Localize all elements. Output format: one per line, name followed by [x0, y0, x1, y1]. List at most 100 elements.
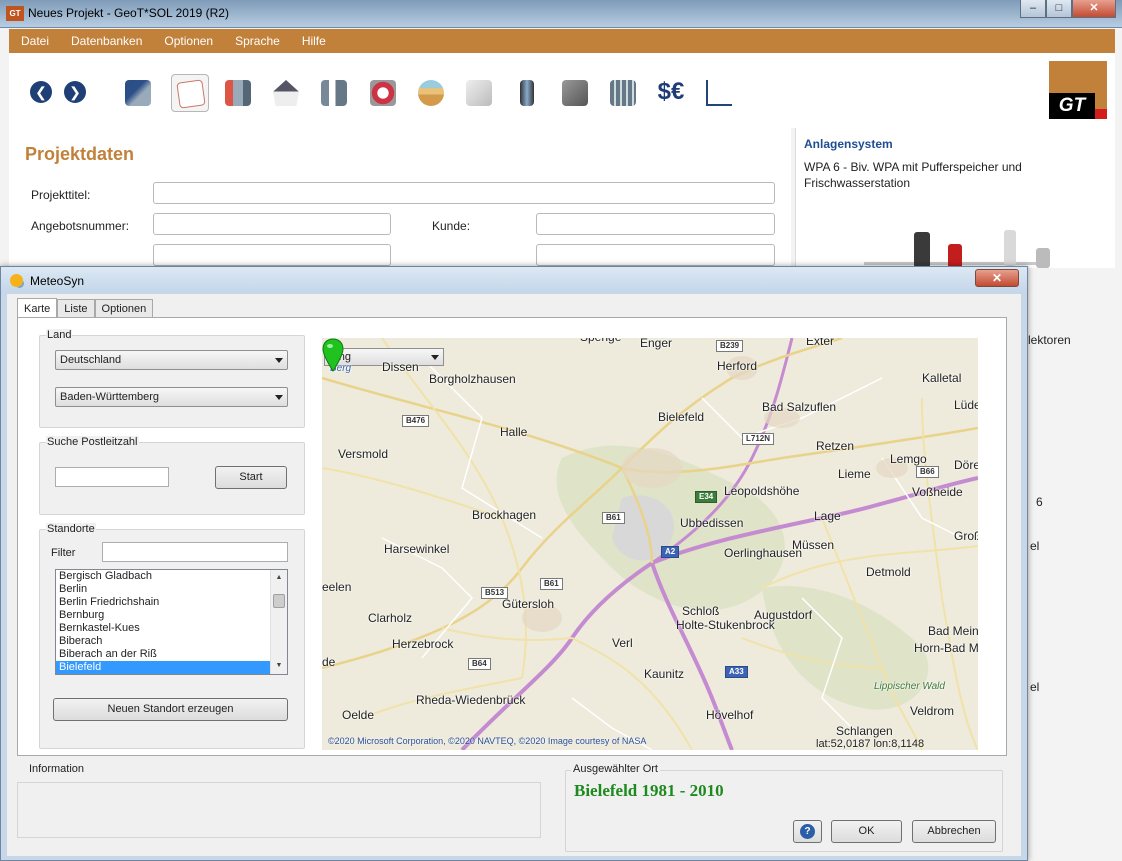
kunde-input[interactable]: [536, 213, 775, 235]
help-button[interactable]: ?: [793, 820, 822, 843]
weather-sun-icon: [10, 274, 23, 287]
map-place-label: Bad Salzuflen: [762, 400, 837, 414]
cost-icon-button[interactable]: $€: [652, 74, 690, 112]
map-place-label: Hövelhof: [706, 708, 754, 722]
map-place-label: eelen: [322, 580, 352, 594]
road-shield-label: L712N: [742, 433, 775, 445]
list-item[interactable]: Biberach an der Riß: [56, 648, 287, 661]
list-item[interactable]: Bernburg: [56, 609, 287, 622]
main-title-bar: GT Neues Projekt - GeoT*SOL 2019 (R2) – …: [0, 0, 1122, 28]
minimize-button[interactable]: –: [1020, 0, 1046, 18]
dialog-title-bar: MeteoSyn ✕: [1, 267, 1027, 293]
start-button[interactable]: Start: [215, 466, 287, 489]
gt-logo: GT: [1049, 61, 1107, 119]
list-item[interactable]: Biberach: [56, 635, 287, 648]
dialog-close-button[interactable]: ✕: [975, 269, 1019, 287]
scroll-up-icon[interactable]: ▲: [271, 570, 287, 586]
country-select[interactable]: Deutschland: [55, 350, 288, 370]
ground-tool-button[interactable]: [412, 74, 450, 112]
map-place-label: Gütersloh: [502, 597, 555, 611]
scroll-down-icon[interactable]: ▼: [271, 658, 287, 674]
map-place-label: Dörе: [954, 458, 978, 472]
ok-button[interactable]: OK: [831, 820, 902, 843]
chevron-down-icon: [275, 358, 283, 363]
menu-datei[interactable]: Datei: [9, 29, 59, 53]
panel-tool-button[interactable]: [556, 74, 594, 112]
project-data-panel: Projektdaten Projekttitel: Angebotsnumme…: [9, 128, 791, 268]
projekttitel-label: Projekttitel:: [31, 188, 91, 202]
app-icon: GT: [6, 6, 24, 21]
drill-tool-button[interactable]: [119, 74, 157, 112]
anlagensystem-panel: Anlagensystem WPA 6 - Biv. WPA mit Puffe…: [795, 128, 1115, 270]
map-place-label: Voßheide: [912, 485, 963, 499]
map-place-label: Lüde: [954, 398, 978, 412]
tab-liste[interactable]: Liste: [57, 299, 95, 318]
map-place-label: Herford: [717, 359, 758, 373]
maximize-button[interactable]: □: [1046, 0, 1072, 18]
main-window-title: Neues Projekt - GeoT*SOL 2019 (R2): [28, 6, 229, 20]
menu-hilfe[interactable]: Hilfe: [290, 29, 336, 53]
map-place-label: Spenge: [580, 338, 621, 344]
map-place-label: Schlangen: [836, 724, 893, 738]
meteosyn-dialog: MeteoSyn ✕ Karte Liste Optionen Land Deu…: [0, 266, 1028, 861]
heatpump-tool-button[interactable]: [219, 74, 257, 112]
menu-optionen[interactable]: Optionen: [152, 29, 223, 53]
road-shield-label: B61: [540, 578, 563, 590]
map-place-label: de: [322, 655, 336, 669]
tab-optionen[interactable]: Optionen: [94, 299, 154, 318]
pump-diagram-icon: [1036, 248, 1050, 268]
project-data-button[interactable]: [171, 74, 209, 112]
house-icon-button[interactable]: [267, 74, 305, 112]
calculator-icon-button[interactable]: [604, 74, 642, 112]
side-text-fragment: 6: [1036, 495, 1043, 509]
standorte-list[interactable]: Bergisch Gladbach Berlin Berlin Friedrichs…: [55, 569, 288, 675]
back-arrow-icon[interactable]: ❮: [30, 81, 52, 103]
map-pin-icon[interactable]: [322, 338, 344, 372]
map-place-label: Harsewinkel: [384, 542, 450, 556]
menu-bar: Datei Datenbanken Optionen Sprache Hilfe: [9, 29, 1115, 53]
information-textarea[interactable]: [17, 782, 541, 838]
menu-sprache[interactable]: Sprache: [223, 29, 290, 53]
chart-tool-button[interactable]: [700, 74, 738, 112]
state-select[interactable]: Baden-Württemberg: [55, 387, 288, 407]
side-text-fragment: el: [1030, 539, 1040, 553]
kunde-label: Kunde:: [432, 219, 471, 233]
list-item[interactable]: Bergisch Gladbach: [56, 570, 287, 583]
menu-datenbanken[interactable]: Datenbanken: [59, 29, 152, 53]
tab-karte[interactable]: Karte: [17, 298, 58, 319]
disk-tool-button[interactable]: [460, 74, 498, 112]
map-place-label: Detmold: [866, 565, 911, 579]
project-extra-input-2[interactable]: [536, 244, 775, 266]
new-location-button[interactable]: Neuen Standort erzeugen: [53, 698, 288, 721]
close-button[interactable]: ✕: [1072, 0, 1116, 18]
storage-tool-button[interactable]: [364, 74, 402, 112]
postleitzahl-input[interactable]: [55, 467, 169, 487]
list-item[interactable]: Bernkastel-Kues: [56, 622, 287, 635]
filter-input[interactable]: [102, 542, 288, 562]
project-extra-input-1[interactable]: [153, 244, 391, 266]
map-place-label: Leopoldshöhe: [724, 484, 800, 498]
map-place-label: Liеme: [838, 467, 871, 481]
map-coordinates: lat:52,0187 lon:8,1148: [816, 738, 925, 750]
page-title: Projektdaten: [25, 144, 135, 164]
map-place-label: Borgholzhausen: [429, 372, 516, 386]
list-scrollbar[interactable]: ▲ ▼: [270, 570, 287, 674]
list-item[interactable]: Berlin: [56, 583, 287, 596]
projekttitel-input[interactable]: [153, 182, 775, 204]
map-view[interactable]: Bing SpengeEngerExterBergDissenBorgholzh…: [322, 338, 978, 750]
cancel-button[interactable]: Abbrechen: [912, 820, 996, 843]
map-place-label: Oelde: [342, 708, 375, 722]
information-label: Information: [27, 763, 87, 775]
postleitzahl-label: Suche Postleitzahl: [46, 436, 139, 448]
list-item[interactable]: Bielefeld: [56, 661, 287, 674]
list-item[interactable]: Berlin Friedrichshain: [56, 596, 287, 609]
scroll-thumb[interactable]: [273, 594, 285, 608]
pipe-tool-button[interactable]: [315, 74, 353, 112]
toolbar: ❮ ❯ $€ GT: [9, 53, 1115, 128]
ort-label: Ausgewählter Ort: [571, 763, 660, 775]
forward-arrow-icon[interactable]: ❯: [64, 81, 86, 103]
map-place-label: Kaunitz: [644, 667, 685, 681]
help-icon: ?: [800, 824, 815, 839]
angebotsnummer-input[interactable]: [153, 213, 391, 235]
tank-tool-button[interactable]: [508, 74, 546, 112]
